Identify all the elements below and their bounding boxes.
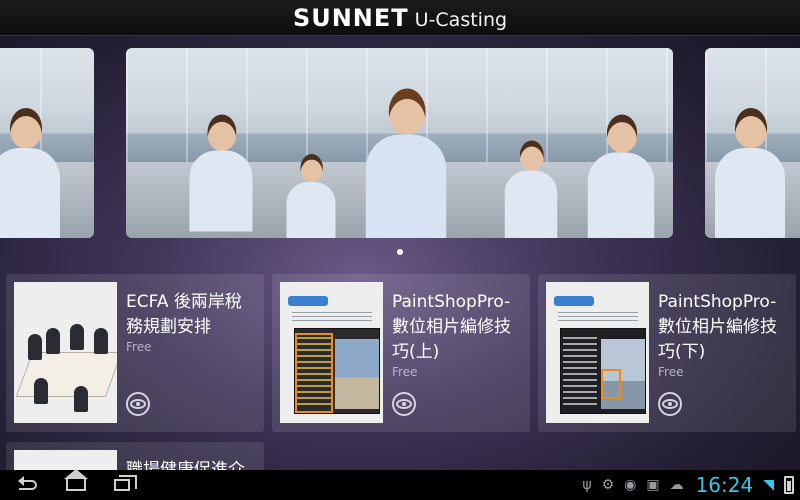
recent-apps-icon (114, 475, 137, 491)
course-thumbnail (546, 282, 649, 423)
sync-icon: ◉ (624, 477, 637, 493)
status-area[interactable]: ψ ⚙ ◉ ▣ ☁ 16:24 ◥ (582, 473, 794, 497)
clock: 16:24 (695, 473, 754, 497)
brand-logo: SUNNET U-Casting (293, 4, 507, 32)
system-navigation-bar: ψ ⚙ ◉ ▣ ☁ 16:24 ◥ (0, 469, 800, 500)
course-card[interactable]: ECFA 後兩岸稅務規劃安排 Free (6, 274, 264, 432)
carousel-slide-next[interactable] (705, 48, 800, 238)
home-button[interactable] (62, 469, 90, 496)
back-arrow-icon (18, 476, 37, 490)
course-price: Free (126, 340, 152, 354)
recent-apps-button[interactable] (108, 474, 137, 496)
preview-eye-icon[interactable] (392, 392, 416, 416)
battery-icon (784, 476, 794, 494)
upload-icon: ☁ (669, 477, 684, 493)
carousel-dot-active (397, 249, 403, 255)
app-header: SUNNET U-Casting (0, 0, 800, 36)
course-thumbnail (280, 282, 383, 423)
image-icon: ▣ (646, 477, 660, 493)
course-card[interactable]: PaintShopPro-數位相片編修技巧(下) Free (538, 274, 796, 432)
course-title: PaintShopPro-數位相片編修技巧(上) (392, 292, 511, 362)
back-button[interactable] (14, 474, 42, 496)
android-debug-icon: ⚙ (601, 477, 615, 493)
home-icon (64, 469, 88, 491)
preview-eye-icon[interactable] (126, 392, 150, 416)
course-price: Free (658, 365, 684, 379)
carousel-indicator (0, 249, 800, 255)
course-thumbnail (14, 282, 117, 423)
course-title: ECFA 後兩岸稅務規劃安排 (126, 292, 242, 337)
featured-carousel[interactable] (0, 36, 800, 255)
carousel-slide-prev[interactable] (0, 48, 94, 238)
usb-icon: ψ (582, 477, 592, 493)
carousel-slide-current[interactable] (126, 48, 673, 238)
course-price: Free (392, 365, 418, 379)
wifi-icon: ◥ (763, 477, 774, 493)
course-title: PaintShopPro-數位相片編修技巧(下) (658, 292, 777, 362)
brand-subtitle: U-Casting (414, 8, 508, 31)
course-card[interactable]: PaintShopPro-數位相片編修技巧(上) Free (272, 274, 530, 432)
brand-name: SUNNET (292, 3, 409, 32)
preview-eye-icon[interactable] (658, 392, 682, 416)
